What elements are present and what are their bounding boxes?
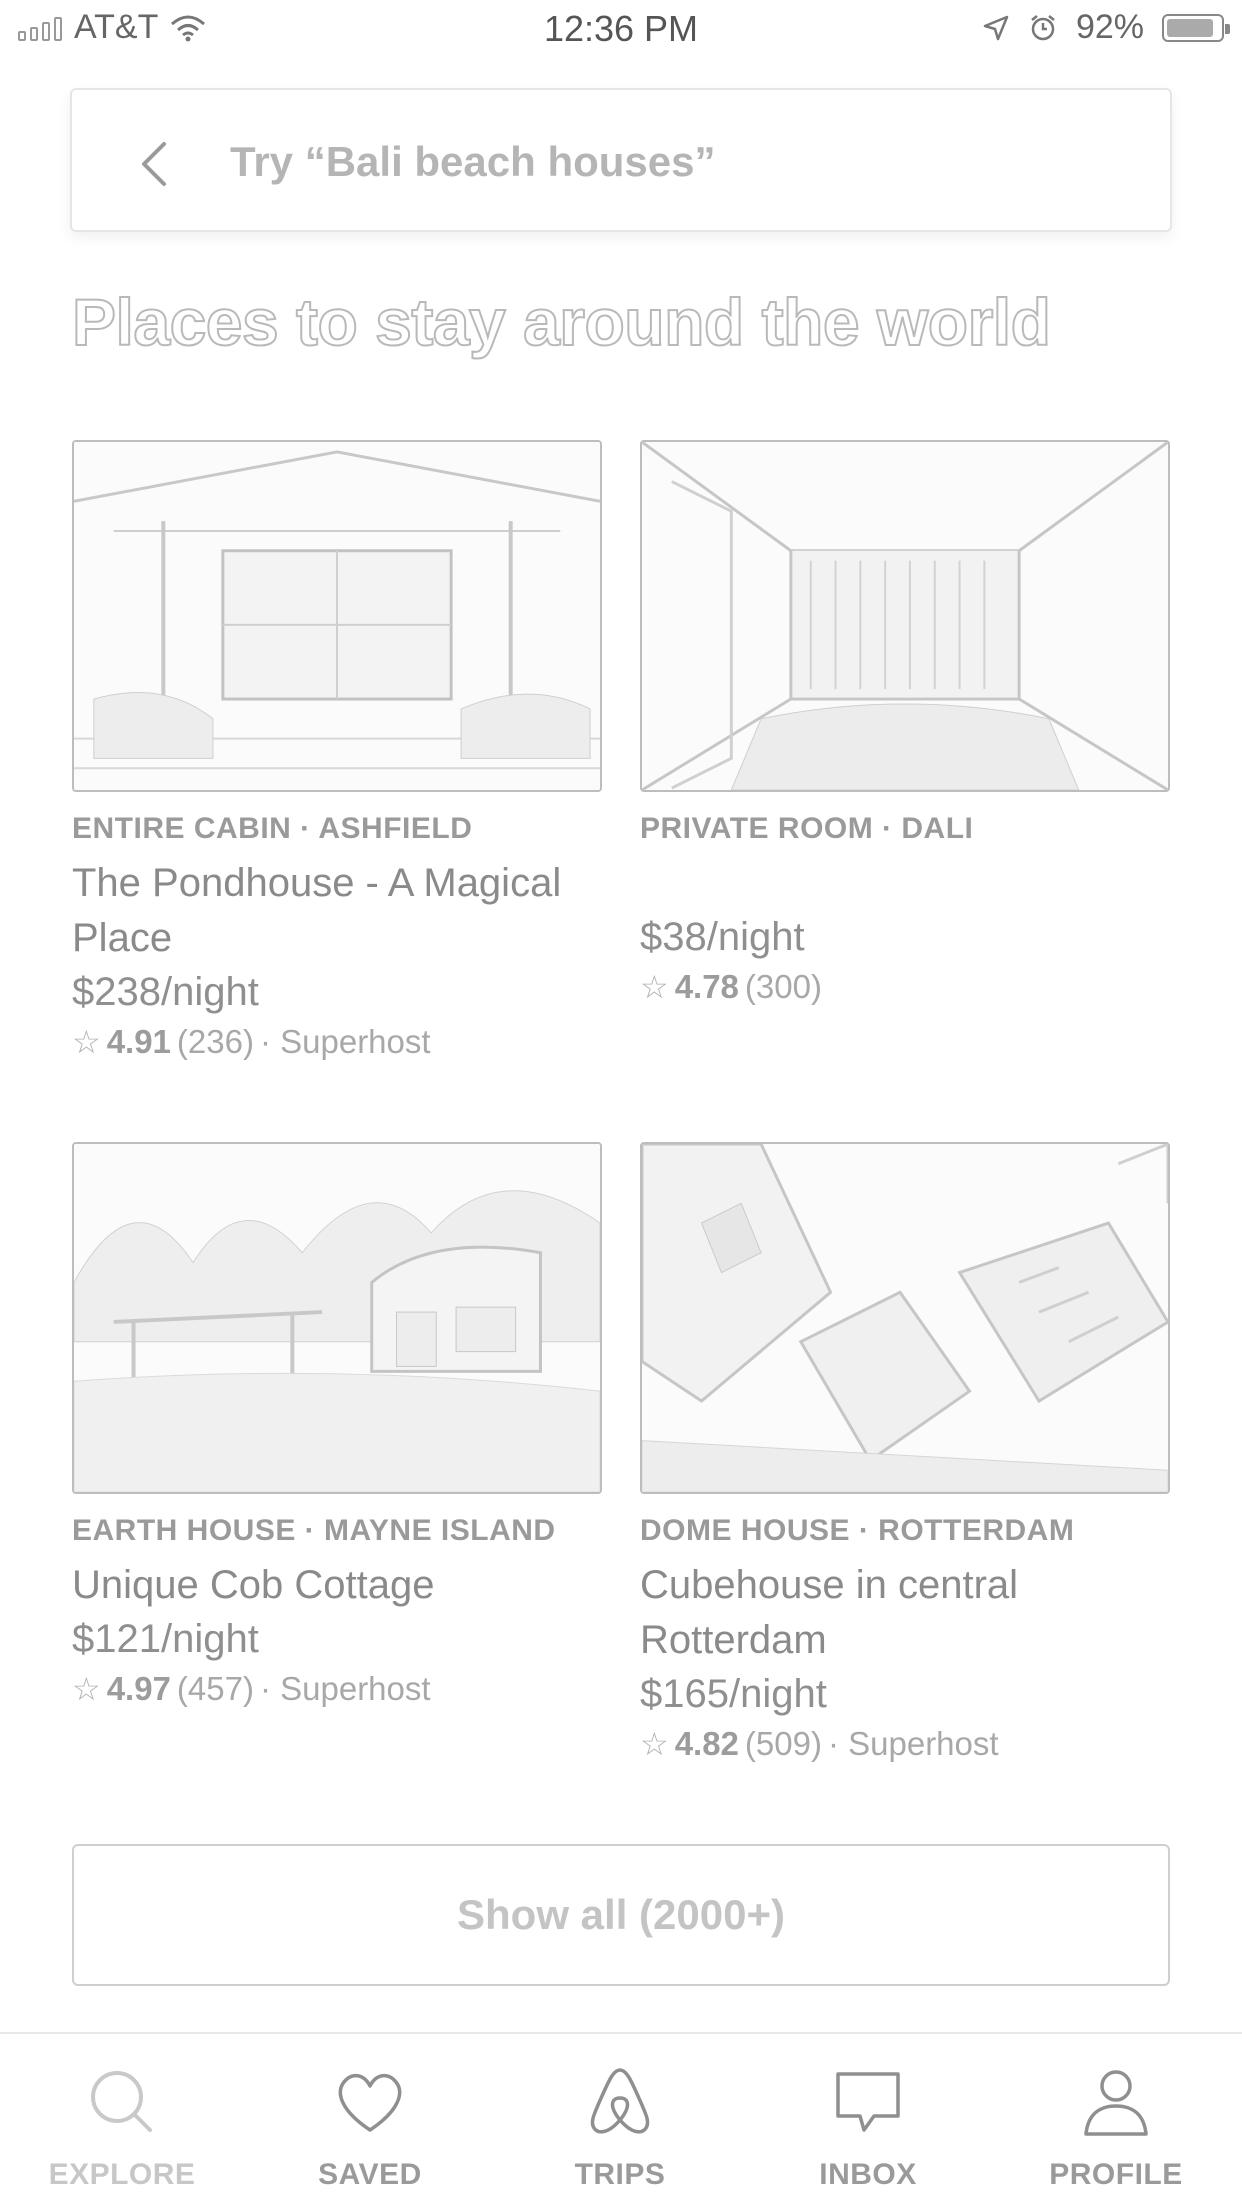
tab-label: TRIPS — [574, 2158, 666, 2191]
bottom-tab-bar: EXPLORE SAVED TRIPS INBOX PROFILE — [0, 2032, 1242, 2210]
listing-rating: ☆ 4.82 (509) · Superhost — [640, 1725, 1170, 1763]
cottage-exterior-photo[interactable] — [72, 1142, 602, 1494]
star-icon: ☆ — [640, 969, 669, 1005]
listing-price: $165/night — [640, 1672, 827, 1716]
tab-profile[interactable]: PROFILE — [1016, 2034, 1216, 2210]
rating-score: 4.78 — [674, 968, 739, 1005]
listing-title — [640, 856, 1170, 911]
listing-type: ENTIRE CABIN · ASHFIELD — [72, 812, 473, 845]
listing-rating: ☆ 4.78 (300) — [640, 968, 1170, 1006]
review-count: (236) — [176, 1023, 254, 1060]
tab-label: PROFILE — [1049, 2158, 1183, 2191]
airbnb-logo-icon — [590, 2068, 650, 2134]
rating-score: 4.82 — [674, 1725, 739, 1762]
room-interior-photo[interactable] — [640, 440, 1170, 792]
review-count: (457) — [176, 1670, 254, 1707]
tab-label: SAVED — [318, 2158, 422, 2191]
listing-type: EARTH HOUSE · MAYNE ISLAND — [72, 1514, 556, 1547]
review-count: (509) — [744, 1725, 822, 1762]
listing-title: Unique Cob Cottage — [72, 1563, 435, 1607]
superhost-badge: · Superhost — [827, 1725, 999, 1762]
star-icon: ☆ — [72, 1671, 101, 1707]
listing-card[interactable]: EARTH HOUSE · MAYNE ISLAND Unique Cob Co… — [72, 1142, 602, 1708]
tab-saved[interactable]: SAVED — [270, 2034, 470, 2210]
star-icon: ☆ — [72, 1024, 101, 1060]
back-arrow-icon[interactable] — [128, 136, 184, 192]
tab-explore[interactable]: EXPLORE — [22, 2034, 222, 2210]
listing-rating: ☆ 4.97 (457) · Superhost — [72, 1670, 602, 1708]
listing-rating: ☆ 4.91 (236) · Superhost — [72, 1023, 602, 1061]
alarm-icon — [1031, 14, 1055, 40]
heart-icon — [338, 2073, 402, 2132]
cube-houses-photo[interactable] — [640, 1142, 1170, 1494]
tab-label: EXPLORE — [48, 2158, 196, 2191]
listing-card[interactable]: ENTIRE CABIN · ASHFIELD The Pondhouse - … — [72, 440, 602, 1061]
tab-label: INBOX — [819, 2158, 917, 2191]
star-icon: ☆ — [640, 1726, 669, 1762]
tab-inbox[interactable]: INBOX — [768, 2034, 968, 2210]
cabin-interior-photo[interactable] — [72, 440, 602, 792]
battery-fill — [1167, 18, 1213, 37]
review-count: (300) — [744, 968, 822, 1005]
tab-trips[interactable]: TRIPS — [520, 2034, 720, 2210]
listing-card[interactable]: PRIVATE ROOM · DALI $38/night ☆ 4.78 (30… — [640, 440, 1170, 1006]
listing-price: $121/night — [72, 1617, 259, 1661]
listing-type: PRIVATE ROOM · DALI — [640, 812, 974, 845]
rating-score: 4.97 — [106, 1670, 171, 1707]
person-icon — [1084, 2070, 1148, 2136]
show-all-button[interactable]: Show all (2000+) — [72, 1844, 1170, 1986]
listing-card[interactable]: DOME HOUSE · ROTTERDAM Cubehouse in cent… — [640, 1142, 1170, 1763]
superhost-badge: · Superhost — [259, 1023, 431, 1060]
search-icon — [91, 2071, 152, 2132]
status-bar: AT&T 12:36 PM 92% — [0, 0, 1242, 60]
search-input[interactable]: Try “Bali beach houses” — [230, 138, 716, 186]
chat-bubble-icon — [836, 2072, 900, 2132]
location-arrow-icon — [983, 15, 1009, 40]
listing-price: $38/night — [640, 915, 805, 959]
listing-title: Cubehouse in central Rotterdam — [640, 1563, 1019, 1662]
listing-price: $238/night — [72, 970, 259, 1014]
battery-icon — [1162, 13, 1230, 42]
listing-title: The Pondhouse - A Magical Place — [72, 861, 562, 960]
section-title: Places to stay around the world — [71, 284, 1052, 360]
listing-type: DOME HOUSE · ROTTERDAM — [640, 1514, 1075, 1547]
rating-score: 4.91 — [106, 1023, 171, 1060]
search-bar[interactable]: Try “Bali beach houses” — [70, 88, 1172, 232]
superhost-badge: · Superhost — [259, 1670, 431, 1707]
status-right: 92% — [982, 8, 1230, 47]
battery-percent: 92% — [1075, 8, 1144, 46]
